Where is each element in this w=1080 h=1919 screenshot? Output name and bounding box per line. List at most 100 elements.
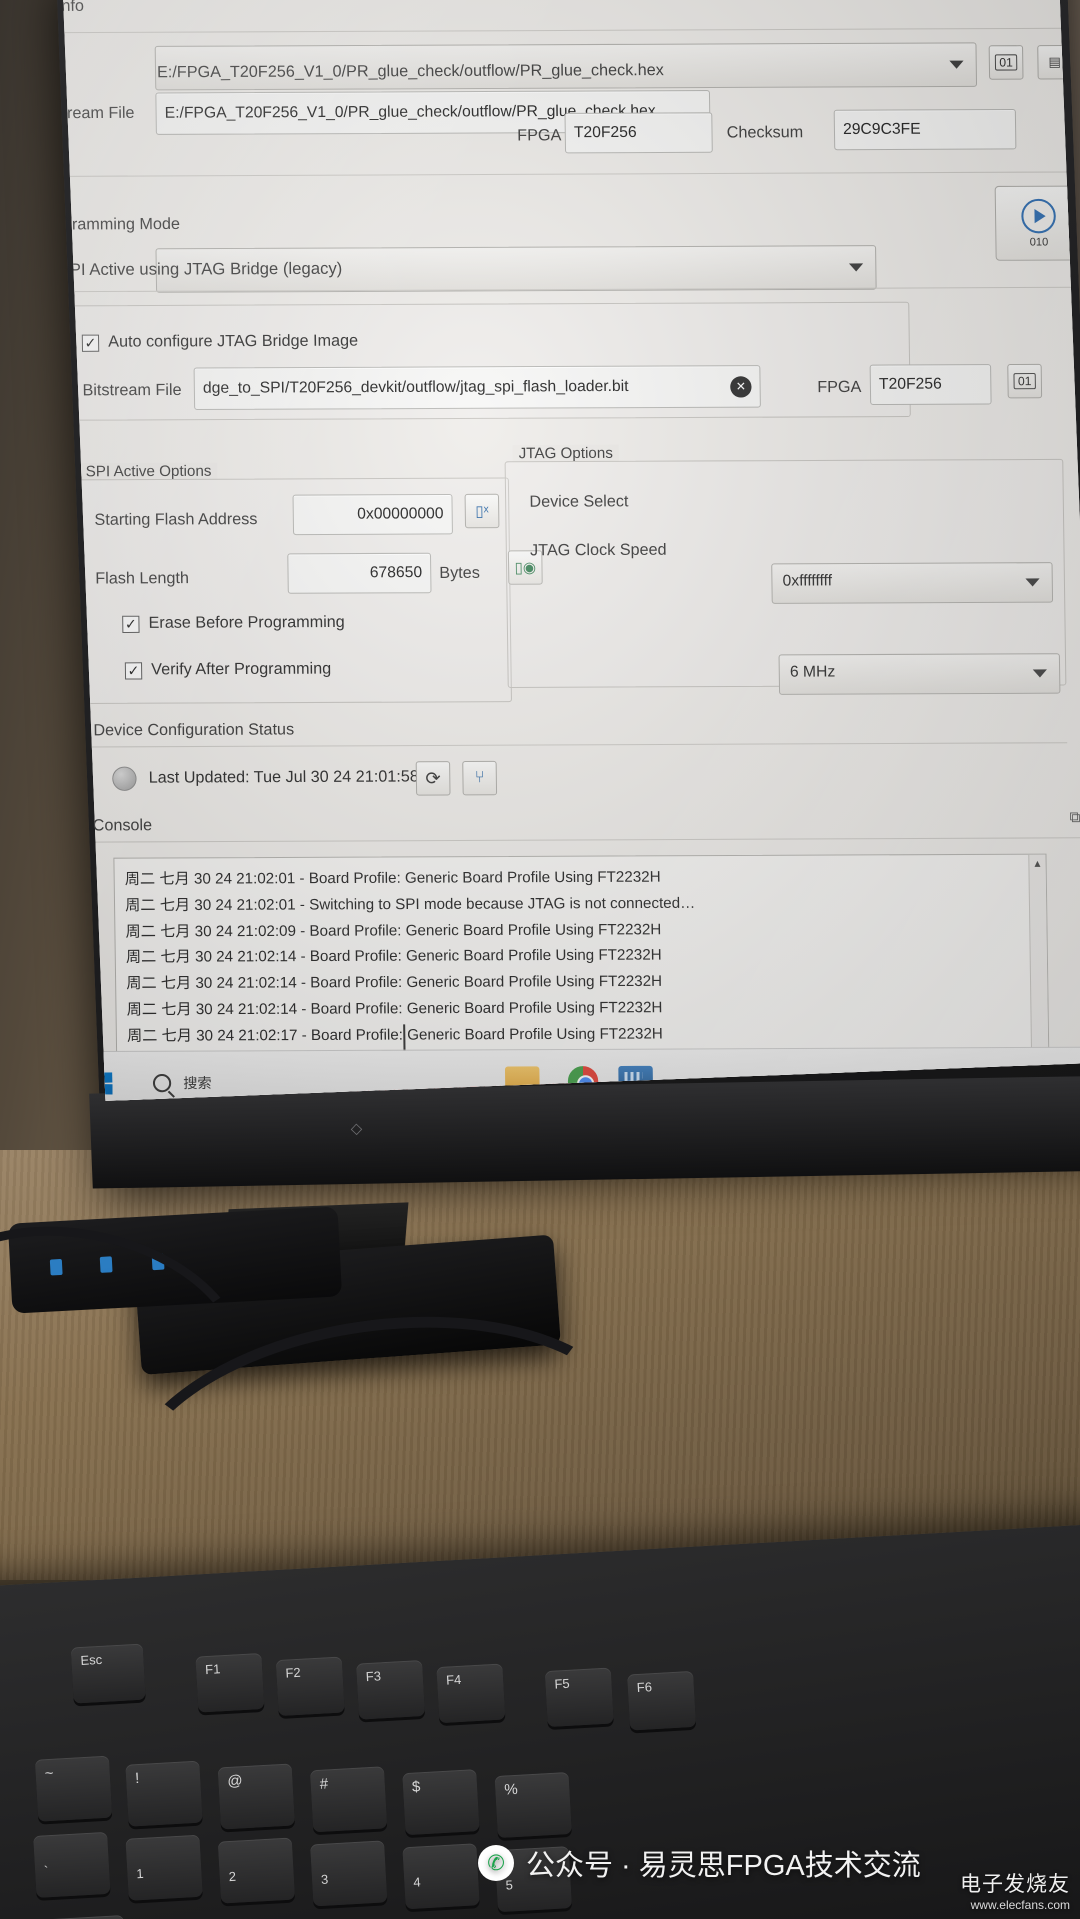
jtag-fpga-value[interactable]: T20F256	[869, 364, 992, 406]
console-line: 周二 七月 30 24 21:02:01 - Switching to SPI …	[125, 894, 696, 915]
refresh-icon: ⟳	[425, 767, 441, 789]
checkbox-checkmark-icon: ✓	[124, 661, 143, 680]
checksum-value: 29C9C3FE	[833, 108, 1017, 151]
console-line: 周二 七月 30 24 21:02:14 - Board Profile: Ge…	[125, 946, 662, 967]
key-percent[interactable]: %	[494, 1771, 572, 1839]
key-backtick[interactable]: `	[33, 1831, 111, 1898]
scroll-up-icon[interactable]: ▲	[1031, 859, 1043, 871]
console-line: 周二 七月 30 24 21:02:14 - Board Profile: Ge…	[126, 998, 663, 1019]
starting-flash-address-value: 0x00000000	[357, 505, 444, 523]
refresh-status-button[interactable]: ⟳	[415, 761, 451, 796]
chevron-down-icon	[1032, 669, 1048, 678]
key-f2[interactable]: F2	[275, 1656, 345, 1717]
jtag-bitstream-file-label: Bitstream File	[82, 381, 182, 400]
starting-flash-address-label: Starting Flash Address	[94, 510, 258, 529]
console-detach-icon[interactable]: ⧉	[1069, 809, 1080, 826]
jtag-fpga-value-text: T20F256	[878, 375, 942, 393]
key-1[interactable]: 1	[125, 1834, 203, 1901]
key-capslock[interactable]: ⇪	[33, 1915, 127, 1919]
auto-configure-jtag-bridge-label: Auto configure JTAG Bridge Image	[108, 332, 359, 351]
jtag-clock-speed-value: 6 MHz	[789, 663, 836, 681]
starting-flash-address-input[interactable]: 0x00000000	[292, 493, 453, 536]
search-icon	[152, 1073, 172, 1093]
fpga-value-top[interactable]: T20F256	[564, 112, 713, 154]
console-line: 周二 七月 30 24 21:02:01 - Board Profile: Ge…	[124, 868, 661, 888]
flash-length-unit: Bytes	[439, 564, 480, 583]
scan-chain-icon: ⑂	[474, 769, 485, 787]
flash-length-value: 678650	[369, 563, 423, 582]
key-hash[interactable]: #	[309, 1766, 388, 1833]
checksum-value-text: 29C9C3FE	[842, 120, 921, 139]
key-f4[interactable]: F4	[436, 1663, 506, 1724]
watermark-wechat: ✆ 公众号 · 易灵思FPGA技术交流	[478, 1842, 921, 1884]
console-line: 周二 七月 30 24 21:02:09 - Board Profile: Ge…	[125, 920, 662, 941]
key-tilde[interactable]: ~	[34, 1755, 113, 1822]
wechat-icon: ✆	[478, 1845, 514, 1881]
erase-before-programming-label: Erase Before Programming	[148, 613, 345, 632]
console-title: Console	[92, 817, 153, 835]
key-f3[interactable]: F3	[356, 1659, 426, 1720]
status-spinner-icon	[112, 766, 137, 791]
key-exclaim[interactable]: !	[125, 1760, 203, 1827]
device-select-label: Device Select	[529, 493, 629, 511]
jtag-options-title: JTAG Options	[512, 444, 620, 463]
jtag-bitstream-file-value: dge_to_SPI/T20F256_devkit/outflow/jtag_s…	[202, 377, 629, 397]
key-f5[interactable]: F5	[544, 1667, 614, 1728]
hex-view-button[interactable]: 01	[988, 45, 1024, 80]
key-2[interactable]: 2	[217, 1837, 296, 1904]
hex-icon: 01	[995, 54, 1017, 71]
key-esc[interactable]: Esc	[70, 1643, 146, 1704]
key-at[interactable]: @	[217, 1763, 295, 1830]
photo-scene: ◇ Target Bus 000 Device 254: ID 0403:601…	[0, 0, 1080, 1919]
play-icon	[1021, 198, 1057, 233]
key-dollar[interactable]: $	[402, 1769, 480, 1836]
key-f1[interactable]: F1	[195, 1652, 265, 1713]
start-program-button[interactable]: 010	[994, 185, 1080, 261]
key-4[interactable]: 4	[402, 1843, 480, 1910]
spi-active-options-title: SPI Active Options	[79, 462, 218, 481]
fpga-label-top: FPGA	[517, 127, 562, 145]
fpga-value-top-text: T20F256	[573, 123, 637, 142]
taskbar-search[interactable]: 搜索	[152, 1073, 212, 1093]
key-3[interactable]: 3	[310, 1840, 388, 1907]
checksum-label: Checksum	[726, 124, 804, 142]
monitor-brand-logo: ◇	[350, 1120, 365, 1138]
jtag-hex-button[interactable]: 01	[1007, 363, 1043, 399]
chip-erase-icon: ▯ˣ	[475, 502, 489, 521]
floppy-icon: ▤	[1048, 54, 1061, 70]
jtag-clock-speed-dropdown[interactable]: 6 MHz	[778, 653, 1061, 695]
taskbar-search-placeholder: 搜索	[183, 1074, 212, 1092]
jtag-clock-speed-label: JTAG Clock Speed	[530, 541, 667, 560]
device-configuration-status-title: Device Configuration Status	[93, 721, 295, 740]
bitstream-file-label: stream File	[62, 104, 135, 123]
hex-icon: 01	[1013, 372, 1036, 390]
text-cursor	[403, 1024, 406, 1053]
flash-length-input[interactable]: 678650	[287, 552, 432, 594]
flash-length-label: Flash Length	[95, 569, 190, 588]
programming-mode-value: SPI Active using JTAG Bridge (legacy)	[62, 259, 343, 280]
jtag-fpga-label: FPGA	[817, 378, 862, 397]
console-line: 周二 七月 30 24 21:02:17 - Board Profile: Ge…	[126, 1025, 663, 1045]
erase-before-programming-checkbox[interactable]: ✓ Erase Before Programming	[122, 614, 345, 633]
watermark-text: 公众号 · 易灵思FPGA技术交流	[526, 1850, 921, 1882]
checkbox-checkmark-icon: ✓	[81, 334, 100, 352]
erase-flash-button[interactable]: ▯ˣ	[464, 493, 500, 529]
scan-chain-button[interactable]: ⑂	[462, 760, 498, 796]
device-status-row: Last Updated: Tue Jul 30 24 21:01:58	[112, 765, 419, 791]
efinity-programmer-window: Target Bus 000 Device 254: ID 0403:6010 …	[62, 0, 1080, 1101]
hex-file-path-text: E:/FPGA_T20F256_V1_0/PR_glue_check/outfl…	[156, 61, 664, 82]
auto-configure-jtag-bridge-checkbox[interactable]: ✓ Auto configure JTAG Bridge Image	[81, 332, 359, 352]
start-program-label: 010	[1029, 235, 1049, 249]
verify-after-programming-label: Verify After Programming	[151, 660, 332, 679]
chevron-down-icon	[949, 60, 964, 69]
clear-bitstream-icon[interactable]: ✕	[730, 375, 752, 398]
device-select-value: 0xffffffff	[782, 572, 833, 590]
jtag-bitstream-file-input[interactable]: dge_to_SPI/T20F256_devkit/outflow/jtag_s…	[193, 365, 761, 411]
verify-after-programming-checkbox[interactable]: ✓ Verify After Programming	[124, 660, 332, 680]
chevron-down-icon	[1025, 578, 1040, 587]
key-f6[interactable]: F6	[627, 1670, 697, 1731]
checkbox-checkmark-icon: ✓	[122, 615, 140, 633]
last-updated-text: Last Updated: Tue Jul 30 24 21:01:58	[148, 768, 419, 787]
device-select-dropdown[interactable]: 0xffffffff	[771, 562, 1054, 604]
console-line: 周二 七月 30 24 21:02:14 - Board Profile: Ge…	[126, 972, 663, 993]
